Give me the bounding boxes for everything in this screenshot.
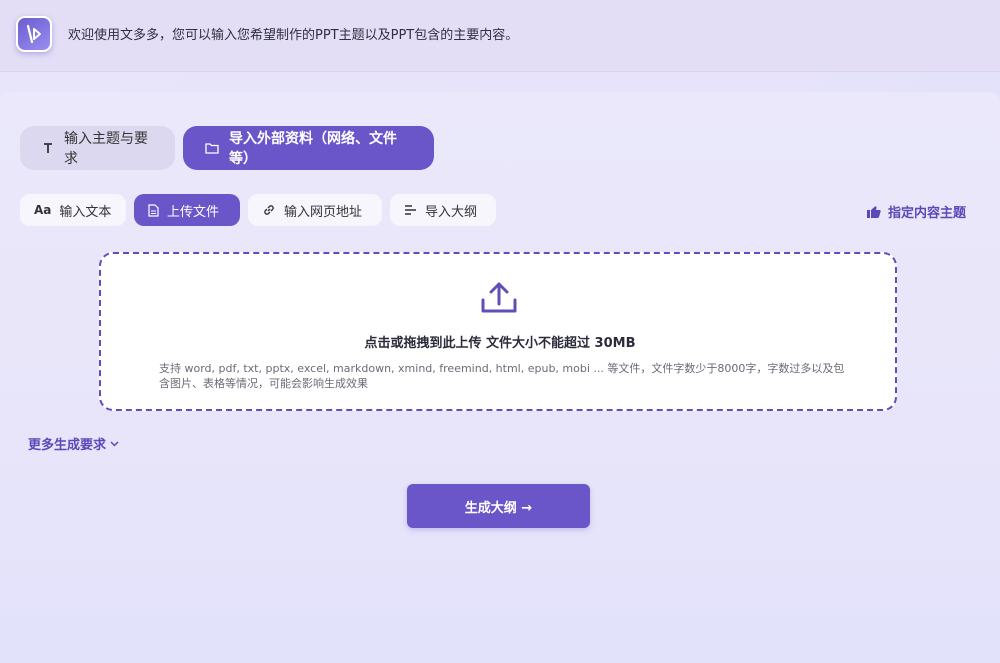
tab-upload-file[interactable]: 上传文件: [134, 194, 240, 226]
assign-topic-link[interactable]: 指定内容主题: [866, 202, 966, 221]
source-tabs: Aa 输入文本 上传文件 输入网页地址 导入大纲: [20, 194, 496, 226]
tab-label: 导入外部资料（网络、文件等）: [229, 131, 397, 167]
app-logo[interactable]: [16, 15, 52, 52]
font-icon: Aa: [34, 203, 52, 217]
tab-input-text[interactable]: Aa 输入文本: [20, 194, 126, 226]
text-icon: [42, 142, 54, 154]
dropzone-description: 支持 word, pdf, txt, pptx, excel, markdown…: [159, 362, 845, 390]
tab-import-external[interactable]: 导入外部资料（网络、文件等）: [183, 126, 434, 170]
file-dropzone[interactable]: 点击或拖拽到此上传 文件大小不能超过 30MB 支持 word, pdf, tx…: [99, 252, 897, 411]
outline-icon: [404, 204, 417, 216]
link-icon: [262, 203, 276, 217]
generate-outline-button[interactable]: 生成大纲 →: [407, 484, 590, 528]
file-icon: [148, 203, 159, 217]
more-requirements-label: 更多生成要求: [28, 438, 107, 453]
tab-label: 输入主题与要求: [64, 131, 148, 167]
chevron-down-icon: [110, 440, 119, 447]
tab-label: 导入大纲: [425, 204, 478, 220]
more-requirements-toggle[interactable]: 更多生成要求: [28, 434, 119, 453]
mode-tabs: 输入主题与要求 导入外部资料（网络、文件等）: [20, 126, 434, 170]
main-panel: 输入主题与要求 导入外部资料（网络、文件等） Aa 输入文本 上传文件 输入网页…: [0, 92, 1000, 663]
tab-label: 输入文本: [59, 204, 112, 220]
assign-topic-label: 指定内容主题: [887, 206, 966, 221]
tab-input-topic[interactable]: 输入主题与要求: [20, 126, 175, 170]
logo-icon: [26, 24, 41, 43]
folder-icon: [205, 142, 219, 154]
dropzone-title: 点击或拖拽到此上传 文件大小不能超过 30MB: [364, 336, 636, 351]
tab-input-url[interactable]: 输入网页地址: [248, 194, 382, 226]
welcome-message: 欢迎使用文多多，您可以输入您希望制作的PPT主题以及PPT包含的主要内容。: [68, 28, 519, 43]
tab-label: 上传文件: [167, 204, 220, 220]
tab-label: 输入网页地址: [284, 204, 363, 220]
app-header: 欢迎使用文多多，您可以输入您希望制作的PPT主题以及PPT包含的主要内容。: [0, 0, 1000, 72]
hand-point-icon: [866, 205, 882, 219]
tab-import-outline[interactable]: 导入大纲: [390, 194, 496, 226]
upload-icon: [479, 280, 519, 316]
